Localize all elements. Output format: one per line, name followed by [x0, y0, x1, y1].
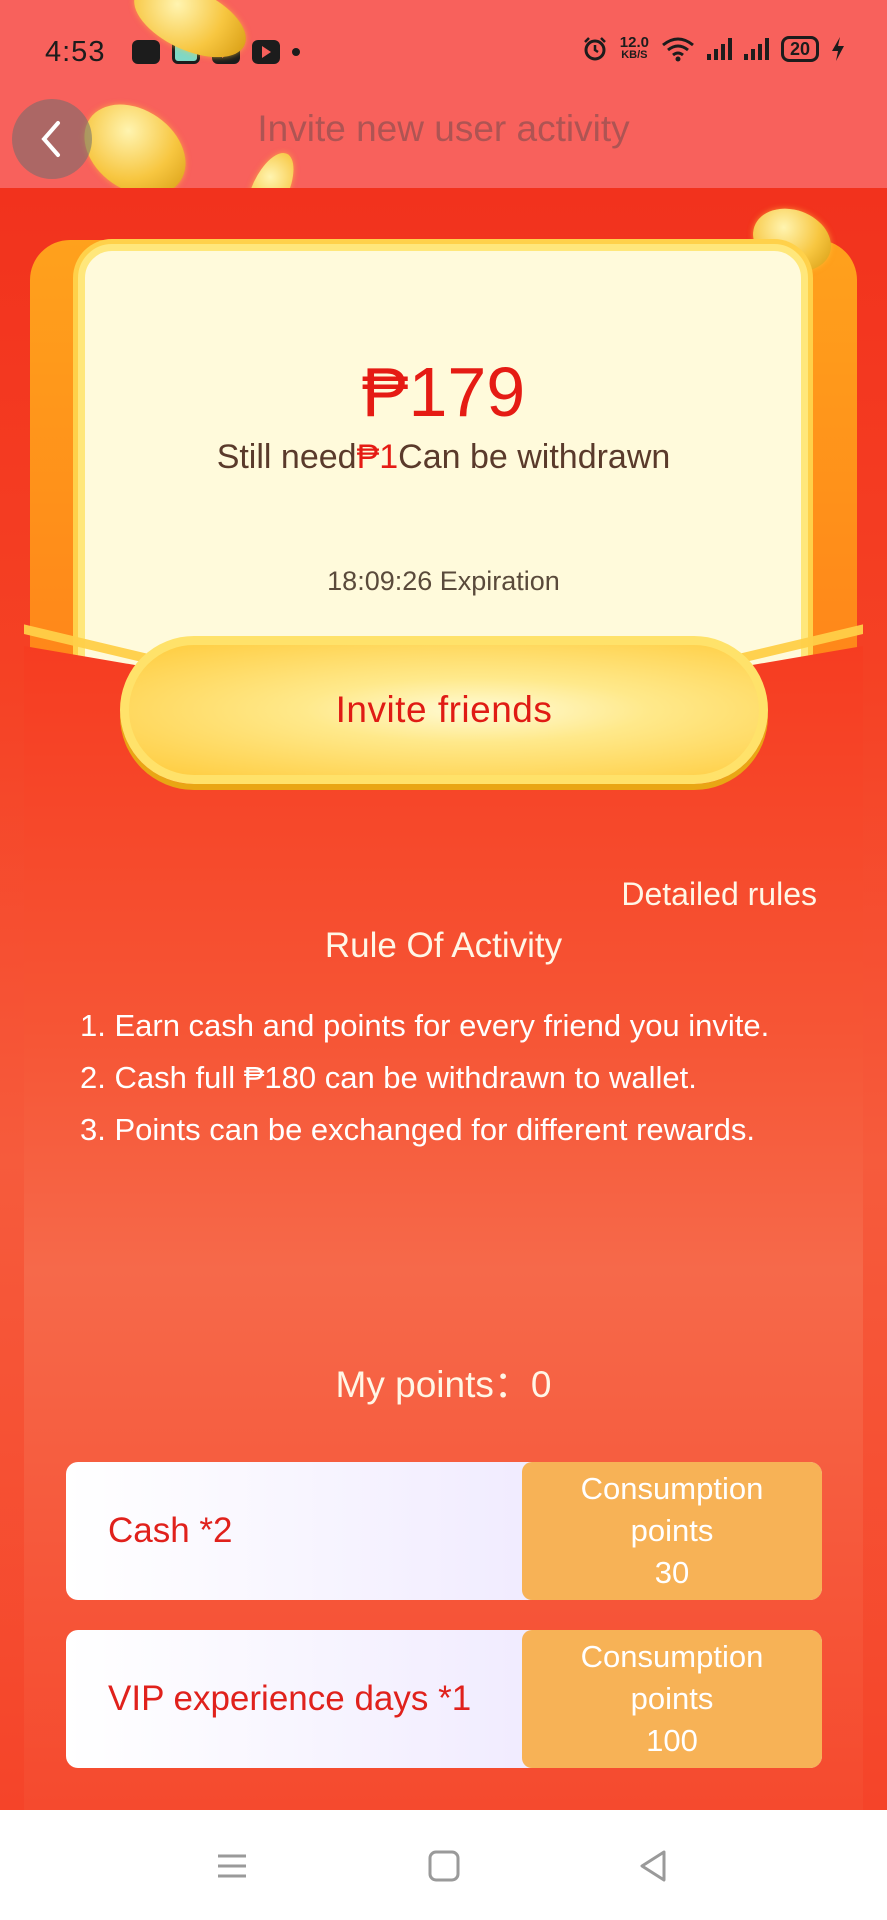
system-nav-bar: [0, 1810, 887, 1920]
more-notifications-icon: [292, 48, 300, 56]
cost-label: Consumption: [580, 1639, 764, 1674]
network-speed: 12.0 KB/S: [619, 34, 649, 62]
cash-amount: ₱179: [361, 353, 526, 431]
wifi-icon: [662, 37, 694, 62]
reward-name: Cash *2: [108, 1511, 233, 1550]
status-indicators: 12.0 KB/S 20: [582, 34, 845, 62]
cost-value: 100: [646, 1723, 698, 1758]
alarm-icon: [583, 37, 606, 61]
rule-item: 2. Cash full ₱180 can be withdrawn to wa…: [80, 1060, 697, 1095]
status-bar: 4:53 12.0 KB/S 20: [0, 0, 887, 110]
invite-friends-button[interactable]: Invite friends: [120, 636, 768, 784]
withdraw-hint-suffix: Can be withdrawn: [398, 438, 671, 476]
back-triangle-icon[interactable]: [634, 1846, 674, 1886]
withdraw-hint-amount: ₱1: [356, 438, 399, 476]
menu-icon[interactable]: [212, 1846, 252, 1886]
cost-label: Consumption: [580, 1471, 764, 1506]
gamepad-icon: [132, 40, 160, 64]
my-points: My points：0: [335, 1364, 552, 1405]
reward-name: VIP experience days *1: [108, 1679, 472, 1718]
exchange-button[interactable]: Consumption points 30: [522, 1462, 822, 1600]
expiration-timer: 18:09:26 Expiration: [327, 566, 560, 596]
reward-row-cash[interactable]: Cash *2 Consumption points 30: [66, 1462, 822, 1600]
detailed-rules-link[interactable]: Detailed rules: [621, 876, 817, 913]
withdraw-hint-prefix: Still need: [216, 438, 357, 476]
home-icon[interactable]: [424, 1846, 464, 1886]
network-speed-unit: KB/S: [621, 49, 648, 61]
cost-value: 30: [654, 1555, 690, 1590]
rule-item: 3. Points can be exchanged for different…: [80, 1112, 755, 1147]
youtube-icon: [252, 40, 280, 64]
withdraw-hint: Still need₱1Can be withdrawn: [0, 438, 887, 477]
reward-row-vip[interactable]: VIP experience days *1 Consumption point…: [66, 1630, 822, 1768]
status-time: 4:53: [45, 36, 106, 68]
rule-item: 1. Earn cash and points for every friend…: [80, 1008, 770, 1043]
rules-title: Rule Of Activity: [324, 926, 563, 965]
network-speed-value: 12.0: [619, 34, 649, 51]
cost-label: points: [630, 1681, 714, 1716]
signal-icon: [743, 38, 769, 60]
rules-list: 1. Earn cash and points for every friend…: [80, 1000, 780, 1156]
page-title: Invite new user activity: [257, 108, 630, 149]
charging-icon: [832, 37, 844, 61]
cost-label: points: [630, 1513, 714, 1548]
battery-indicator: 20: [780, 36, 819, 62]
exchange-button[interactable]: Consumption points 100: [522, 1630, 822, 1768]
signal-icon: [706, 38, 732, 60]
